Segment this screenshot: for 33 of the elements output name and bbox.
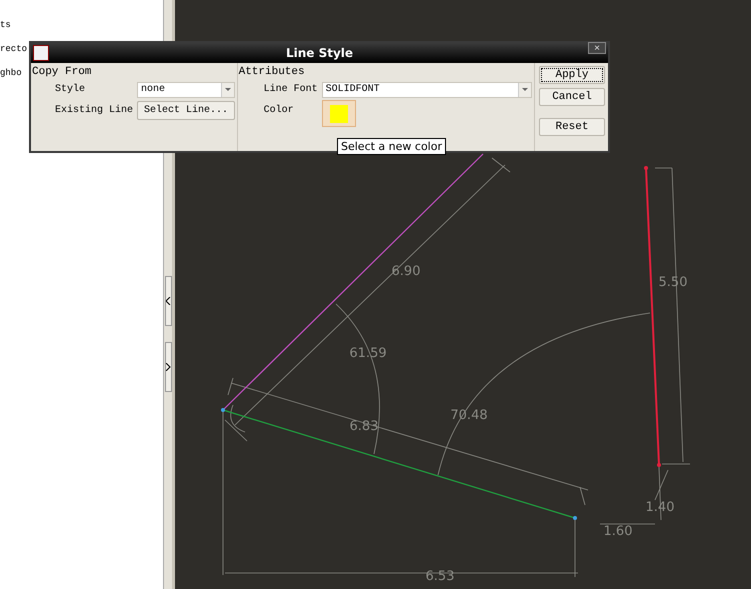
- dimension-value[interactable]: 1.60: [604, 524, 632, 539]
- vertex-point[interactable]: [657, 463, 661, 467]
- angle-arc: [230, 404, 246, 432]
- section-heading: Attributes: [238, 65, 306, 79]
- dimension-value[interactable]: 6.83: [350, 419, 378, 434]
- expand-right-icon[interactable]: [164, 342, 172, 392]
- tooltip: Select a new color: [337, 138, 446, 155]
- field-label: Line Font: [264, 84, 319, 95]
- tree-item[interactable]: ts: [0, 16, 163, 40]
- vertex-point[interactable]: [573, 516, 577, 520]
- dimension-value[interactable]: 6.53: [426, 569, 454, 584]
- field-label: Existing Line: [55, 105, 134, 116]
- cancel-button[interactable]: Cancel: [539, 88, 605, 106]
- sketch-line[interactable]: [222, 409, 576, 519]
- field-label: Style: [55, 84, 86, 95]
- close-button[interactable]: ×: [588, 42, 606, 54]
- dropdown-value: SOLIDFONT: [324, 84, 381, 95]
- collapse-left-icon[interactable]: [164, 276, 172, 326]
- window-title: Line Style: [286, 46, 354, 60]
- section-heading: Copy From: [31, 65, 92, 79]
- select-line-button[interactable]: Select Line...: [137, 101, 235, 120]
- vertex-point[interactable]: [221, 408, 225, 412]
- color-swatch-button[interactable]: [322, 100, 356, 127]
- vertex-point[interactable]: [644, 166, 648, 170]
- sketch-line[interactable]: [645, 168, 660, 466]
- line-font-dropdown[interactable]: SOLIDFONT: [322, 82, 532, 98]
- dimension-value[interactable]: 6.90: [392, 264, 420, 279]
- style-dropdown[interactable]: none: [137, 82, 235, 98]
- apply-button[interactable]: Apply: [539, 66, 605, 84]
- dropdown-value: none: [140, 84, 166, 95]
- field-label: Color: [264, 105, 295, 116]
- reset-button[interactable]: Reset: [539, 118, 605, 136]
- window-icon: [33, 45, 49, 61]
